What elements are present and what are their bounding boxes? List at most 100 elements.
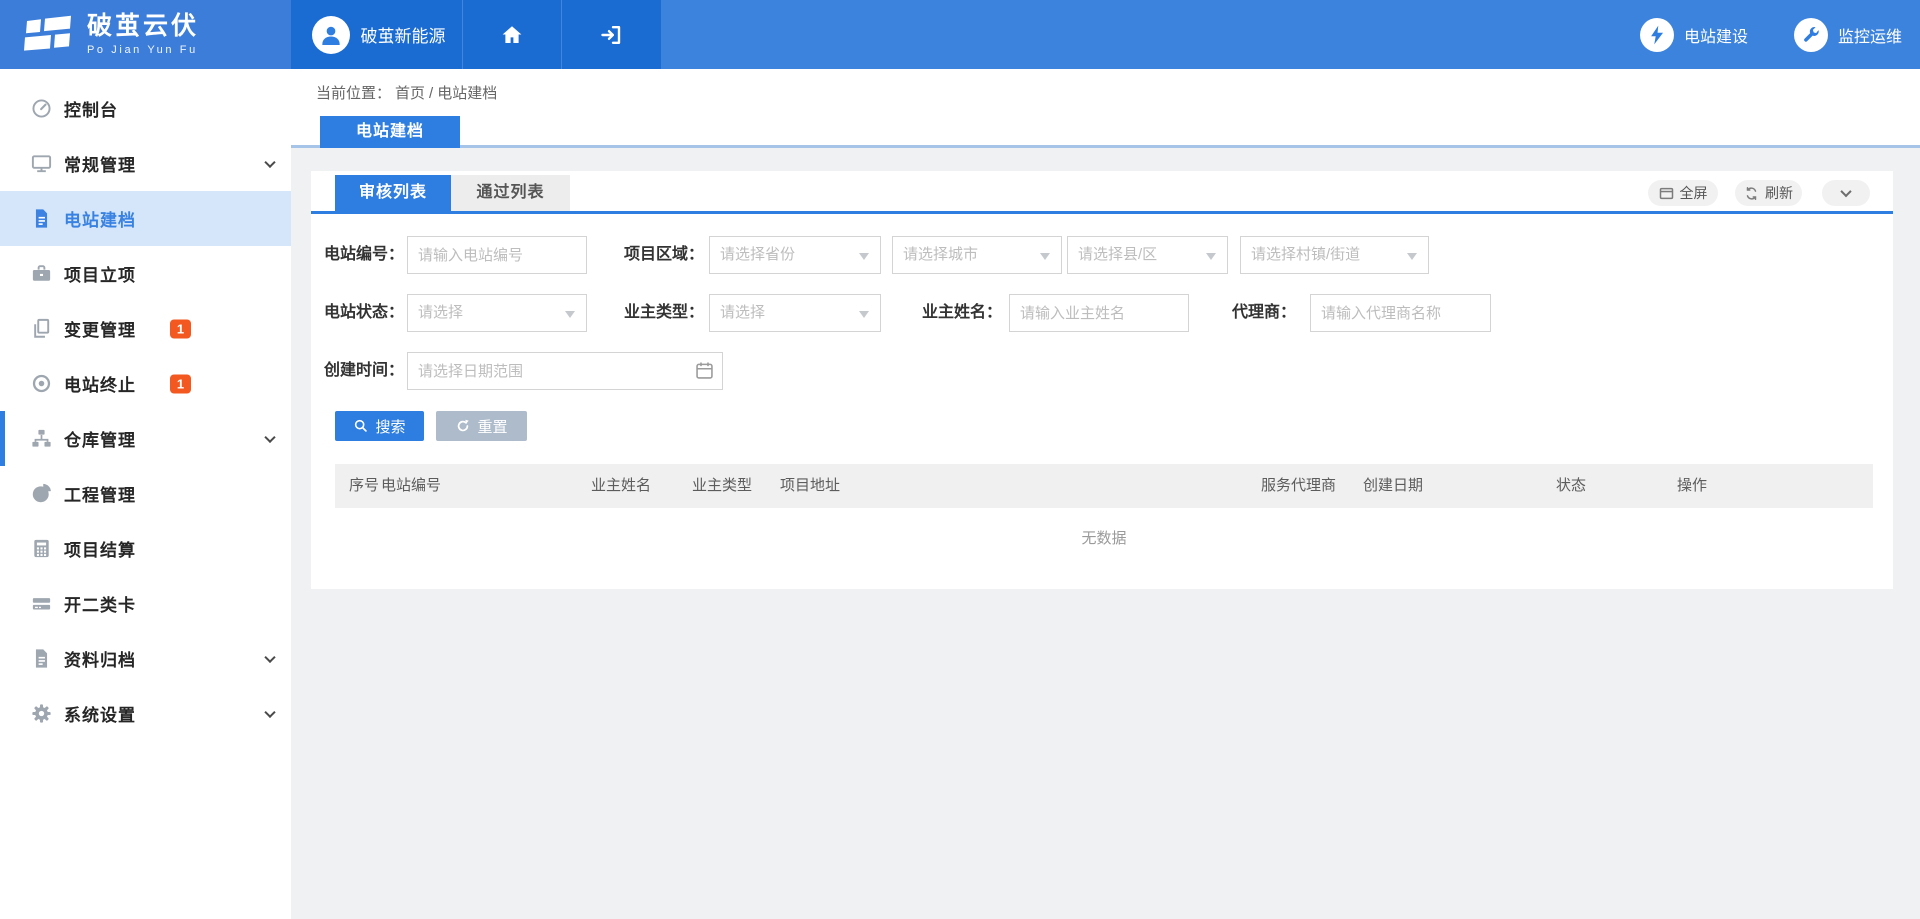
content-card: 审核列表 通过列表 全屏 bbox=[311, 171, 1893, 589]
breadcrumb-prefix: 当前位置： bbox=[316, 85, 391, 102]
badge-count: 1 bbox=[170, 374, 191, 393]
col-index: 序号 bbox=[349, 464, 379, 508]
nav-station-construction[interactable]: 电站建设 bbox=[1640, 18, 1748, 52]
sidebar-item-warehouse-mgmt[interactable]: 仓库管理 bbox=[0, 411, 291, 466]
nav-monitoring[interactable]: 监控运维 bbox=[1794, 18, 1902, 52]
top-header: 破茧云伏 Po Jian Yun Fu 破茧新能源 bbox=[0, 0, 1920, 69]
city-select[interactable]: 请选择城市 bbox=[892, 236, 1062, 274]
sidebar-item-project-settlement[interactable]: 项目结算 bbox=[0, 521, 291, 576]
sidebar-item-project-initiation[interactable]: 项目立项 bbox=[0, 246, 291, 301]
refresh-icon bbox=[1744, 186, 1759, 201]
search-button[interactable]: 搜索 bbox=[335, 411, 424, 441]
app: 破茧云伏 Po Jian Yun Fu 破茧新能源 bbox=[0, 0, 1920, 919]
col-address: 项目地址 bbox=[780, 464, 840, 508]
owner-type-select[interactable]: 请选择 bbox=[709, 294, 881, 332]
col-create-date: 创建日期 bbox=[1363, 464, 1423, 508]
select-arrow-icon bbox=[1407, 253, 1417, 260]
sidebar-item-engineering-mgmt[interactable]: 工程管理 bbox=[0, 466, 291, 521]
archive-icon bbox=[30, 647, 53, 670]
user-icon bbox=[318, 22, 344, 48]
home-button[interactable] bbox=[462, 0, 561, 69]
header-dark-section: 破茧新能源 bbox=[291, 0, 661, 69]
logout-button[interactable] bbox=[561, 0, 660, 69]
logo: 破茧云伏 Po Jian Yun Fu bbox=[0, 0, 291, 69]
breadcrumb-current: 电站建档 bbox=[437, 85, 497, 102]
nav-label: 监控运维 bbox=[1838, 23, 1902, 47]
pages-icon bbox=[30, 317, 53, 340]
tab-review-list[interactable]: 审核列表 bbox=[335, 175, 451, 211]
select-arrow-icon bbox=[859, 253, 869, 260]
main-content: 当前位置：首页/电站建档 电站建档 审核列表 通过列表 全屏 bbox=[291, 69, 1920, 919]
sidebar-item-system-settings[interactable]: 系统设置 bbox=[0, 686, 291, 741]
refresh-button[interactable]: 刷新 bbox=[1735, 180, 1802, 206]
sidebar-item-station-archive[interactable]: 电站建档 bbox=[0, 191, 291, 246]
table-header: 序号 电站编号 业主姓名 业主类型 项目地址 服务代理商 创建日期 状态 操作 bbox=[335, 464, 1873, 508]
user-menu[interactable]: 破茧新能源 bbox=[291, 0, 462, 69]
nav-label: 电站建设 bbox=[1684, 23, 1748, 47]
tab-underline bbox=[311, 211, 1893, 214]
select-arrow-icon bbox=[859, 311, 869, 318]
tab-passed-list[interactable]: 通过列表 bbox=[451, 175, 570, 211]
chevron-down-icon bbox=[1840, 186, 1851, 197]
wrench-icon bbox=[1794, 18, 1828, 52]
sidebar-item-station-termination[interactable]: 电站终止 1 bbox=[0, 356, 291, 411]
search-icon bbox=[353, 418, 369, 434]
reset-icon bbox=[455, 418, 471, 434]
chevron-down-icon bbox=[264, 706, 275, 717]
col-actions: 操作 bbox=[1677, 464, 1707, 508]
sidebar-item-type2-card[interactable]: 开二类卡 bbox=[0, 576, 291, 631]
date-range-field bbox=[407, 352, 723, 390]
col-agent: 服务代理商 bbox=[1261, 464, 1336, 508]
select-arrow-icon bbox=[1206, 253, 1216, 260]
station-status-label: 电站状态： bbox=[311, 294, 404, 332]
avatar bbox=[312, 16, 350, 54]
gauge-icon bbox=[30, 97, 53, 120]
owner-name-label: 业主姓名： bbox=[905, 294, 1002, 332]
active-indicator-bar bbox=[0, 411, 5, 466]
cards-icon bbox=[30, 592, 53, 615]
col-status: 状态 bbox=[1556, 464, 1586, 508]
home-icon bbox=[500, 23, 524, 47]
logo-subtitle: Po Jian Yun Fu bbox=[87, 44, 199, 56]
record-icon bbox=[30, 372, 53, 395]
sidebar-item-general-mgmt[interactable]: 常规管理 bbox=[0, 136, 291, 191]
agent-label: 代理商： bbox=[1199, 294, 1296, 332]
chevron-down-icon bbox=[264, 431, 275, 442]
county-select[interactable]: 请选择县/区 bbox=[1067, 236, 1228, 274]
header-right-nav: 电站建设 监控运维 bbox=[661, 0, 1920, 69]
sidebar-item-data-archive[interactable]: 资料归档 bbox=[0, 631, 291, 686]
town-select[interactable]: 请选择村镇/街道 bbox=[1240, 236, 1429, 274]
station-status-select[interactable]: 请选择 bbox=[407, 294, 587, 332]
select-arrow-icon bbox=[565, 311, 575, 318]
fullscreen-button[interactable]: 全屏 bbox=[1648, 180, 1718, 206]
province-select[interactable]: 请选择省份 bbox=[709, 236, 881, 274]
col-owner-type: 业主类型 bbox=[692, 464, 752, 508]
sidebar-item-console[interactable]: 控制台 bbox=[0, 81, 291, 136]
owner-type-label: 业主类型： bbox=[607, 294, 704, 332]
breadcrumb-separator: / bbox=[429, 85, 433, 102]
page-tab-station-archive[interactable]: 电站建档 bbox=[320, 116, 460, 148]
created-time-label: 创建时间： bbox=[311, 352, 404, 390]
empty-state: 无数据 bbox=[335, 521, 1873, 557]
breadcrumb-home[interactable]: 首页 bbox=[395, 85, 425, 102]
logo-icon bbox=[24, 14, 74, 56]
calendar-icon[interactable] bbox=[694, 360, 715, 386]
logout-icon bbox=[599, 23, 623, 47]
calculator-icon bbox=[30, 537, 53, 560]
collapse-panel-button[interactable] bbox=[1822, 180, 1870, 206]
col-owner-name: 业主姓名 bbox=[591, 464, 651, 508]
reset-button[interactable]: 重置 bbox=[436, 411, 527, 441]
document-icon bbox=[30, 207, 53, 230]
col-station-no: 电站编号 bbox=[381, 464, 441, 508]
sidebar-item-change-mgmt[interactable]: 变更管理 1 bbox=[0, 301, 291, 356]
monitor-icon bbox=[30, 152, 53, 175]
agent-input[interactable] bbox=[1310, 294, 1491, 332]
date-range-input[interactable] bbox=[407, 352, 723, 390]
owner-name-input[interactable] bbox=[1009, 294, 1189, 332]
breadcrumb: 当前位置：首页/电站建档 bbox=[316, 82, 501, 103]
region-label: 项目区域： bbox=[607, 236, 704, 274]
logo-title: 破茧云伏 bbox=[87, 13, 199, 39]
station-no-input[interactable] bbox=[407, 236, 587, 274]
sitemap-icon bbox=[30, 427, 53, 450]
select-arrow-icon bbox=[1040, 253, 1050, 260]
